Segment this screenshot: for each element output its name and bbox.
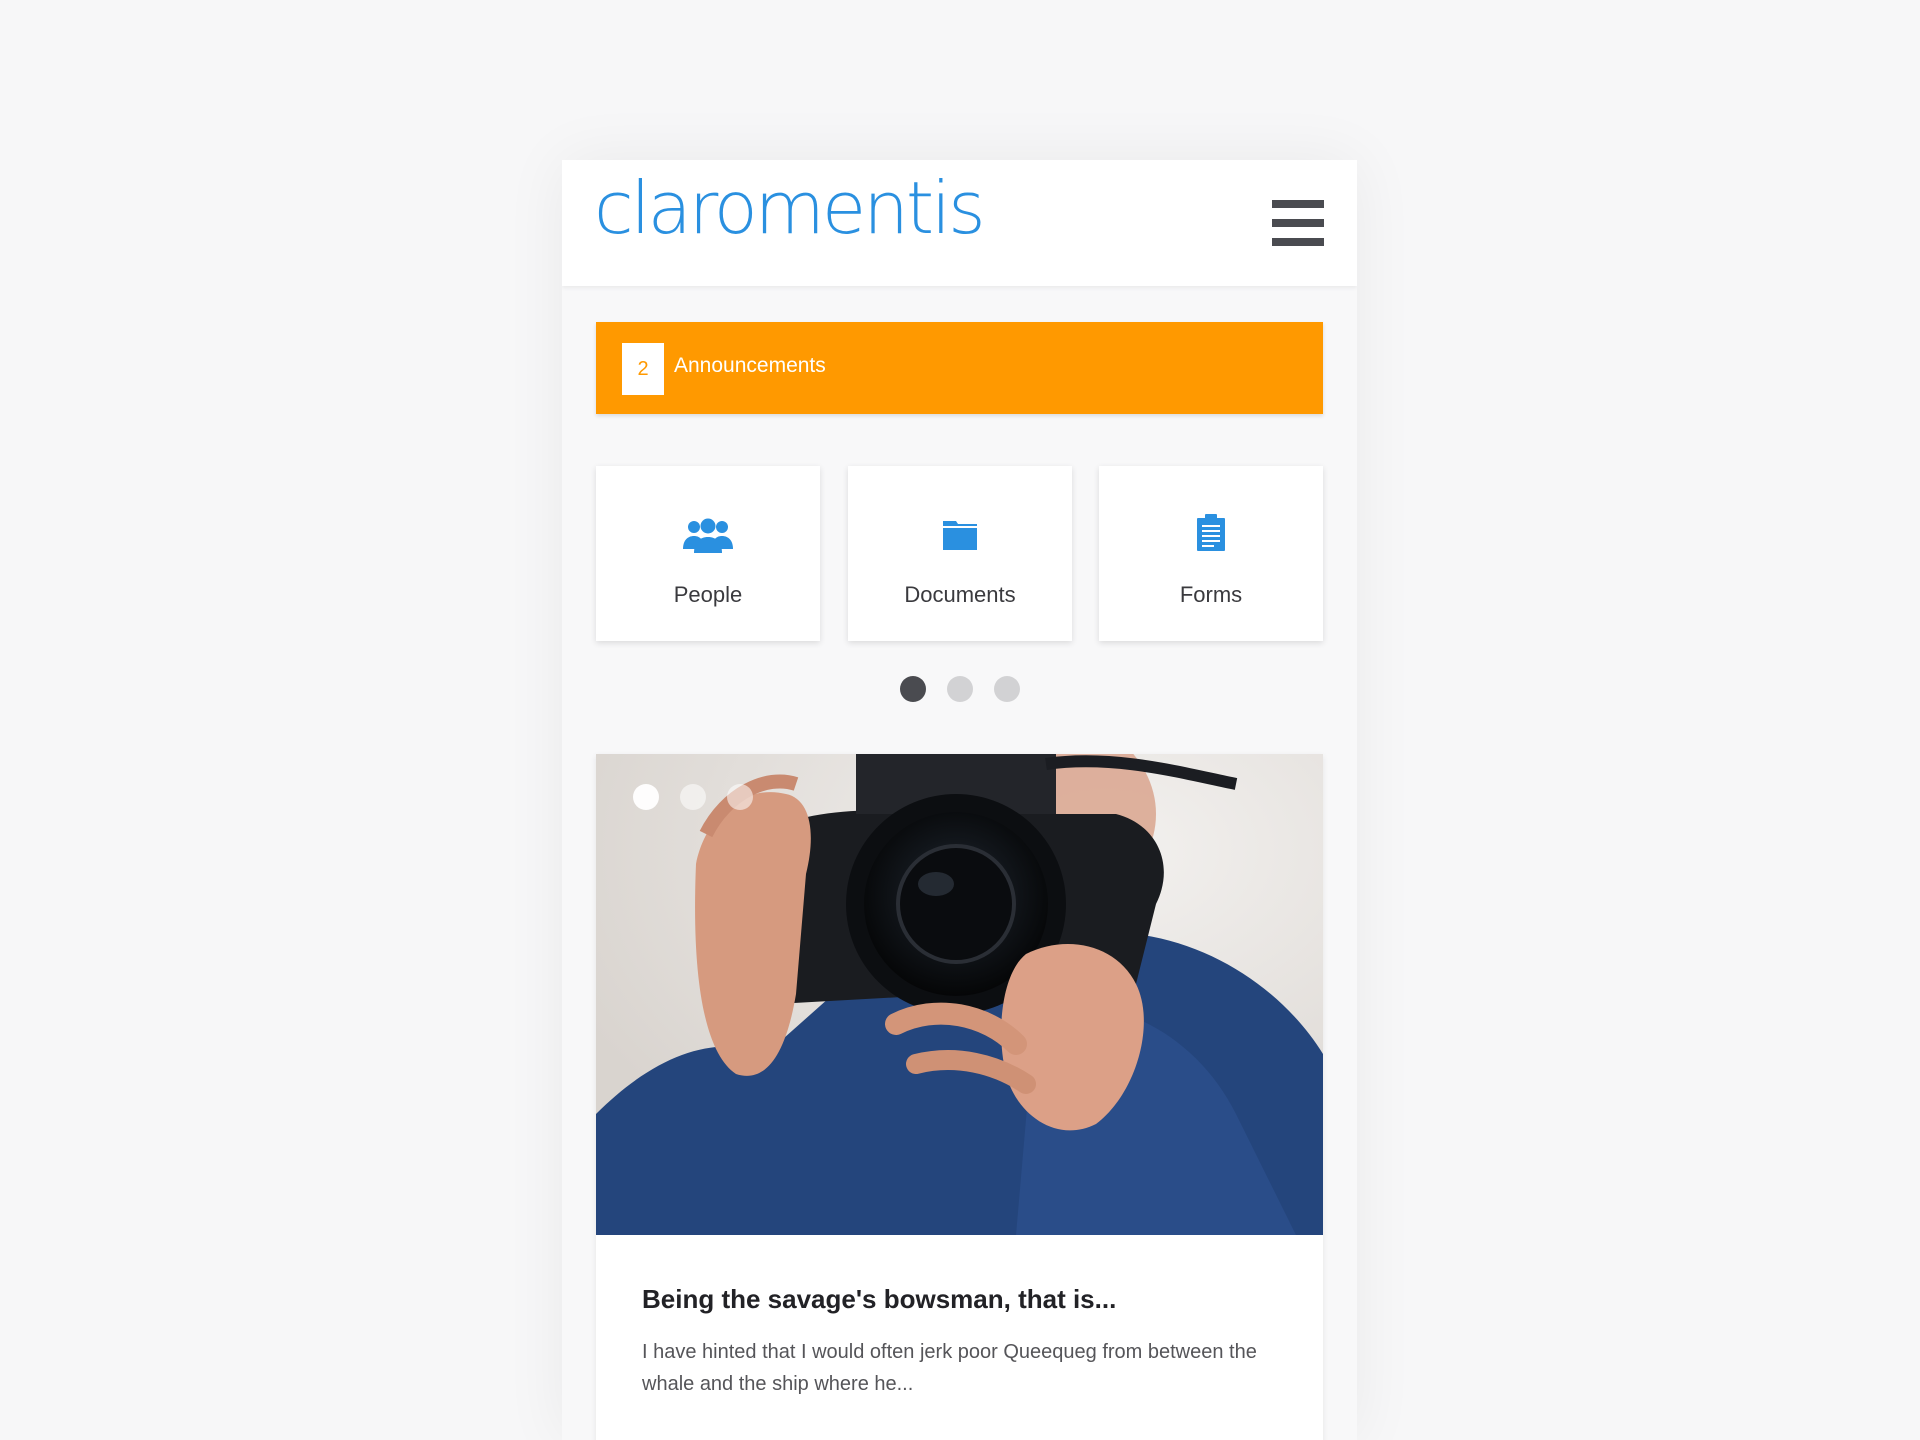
announcements-label: Announcements xyxy=(674,354,826,377)
news-card-image xyxy=(596,754,1323,1235)
tile-documents[interactable]: Documents xyxy=(848,466,1072,641)
clipboard-icon xyxy=(1196,514,1226,557)
claromentis-logo[interactable]: claromentis xyxy=(594,172,986,244)
news-card[interactable]: Being the savage's bowsman, that is... I… xyxy=(596,754,1323,1440)
image-dot-1[interactable] xyxy=(633,784,659,810)
app-header: claromentis xyxy=(562,160,1357,286)
tile-people[interactable]: People xyxy=(596,466,820,641)
pagination-dot-2[interactable] xyxy=(947,676,973,702)
announcements-count-badge: 2 xyxy=(622,343,664,395)
news-card-excerpt: I have hinted that I would often jerk po… xyxy=(642,1341,1257,1395)
tile-label: Documents xyxy=(904,582,1016,607)
pagination-dot-1[interactable] xyxy=(900,676,926,702)
image-dot-2[interactable] xyxy=(680,784,706,810)
carousel-pagination xyxy=(562,676,1357,702)
mobile-frame: claromentis 2 Announcements People Docum… xyxy=(562,160,1357,1440)
tile-forms[interactable]: Forms xyxy=(1099,466,1323,641)
hamburger-menu-icon[interactable] xyxy=(1272,200,1324,246)
people-group-icon xyxy=(682,518,734,559)
image-dot-3[interactable] xyxy=(727,784,753,810)
tile-label: Forms xyxy=(1179,582,1243,607)
pagination-dot-3[interactable] xyxy=(994,676,1020,702)
news-card-title[interactable]: Being the savage's bowsman, that is... xyxy=(642,1284,1116,1315)
tile-label: People xyxy=(673,582,743,607)
announcements-bar[interactable]: 2 Announcements xyxy=(596,322,1323,414)
camera-photo-image xyxy=(596,754,1323,1235)
folder-icon xyxy=(942,518,978,557)
